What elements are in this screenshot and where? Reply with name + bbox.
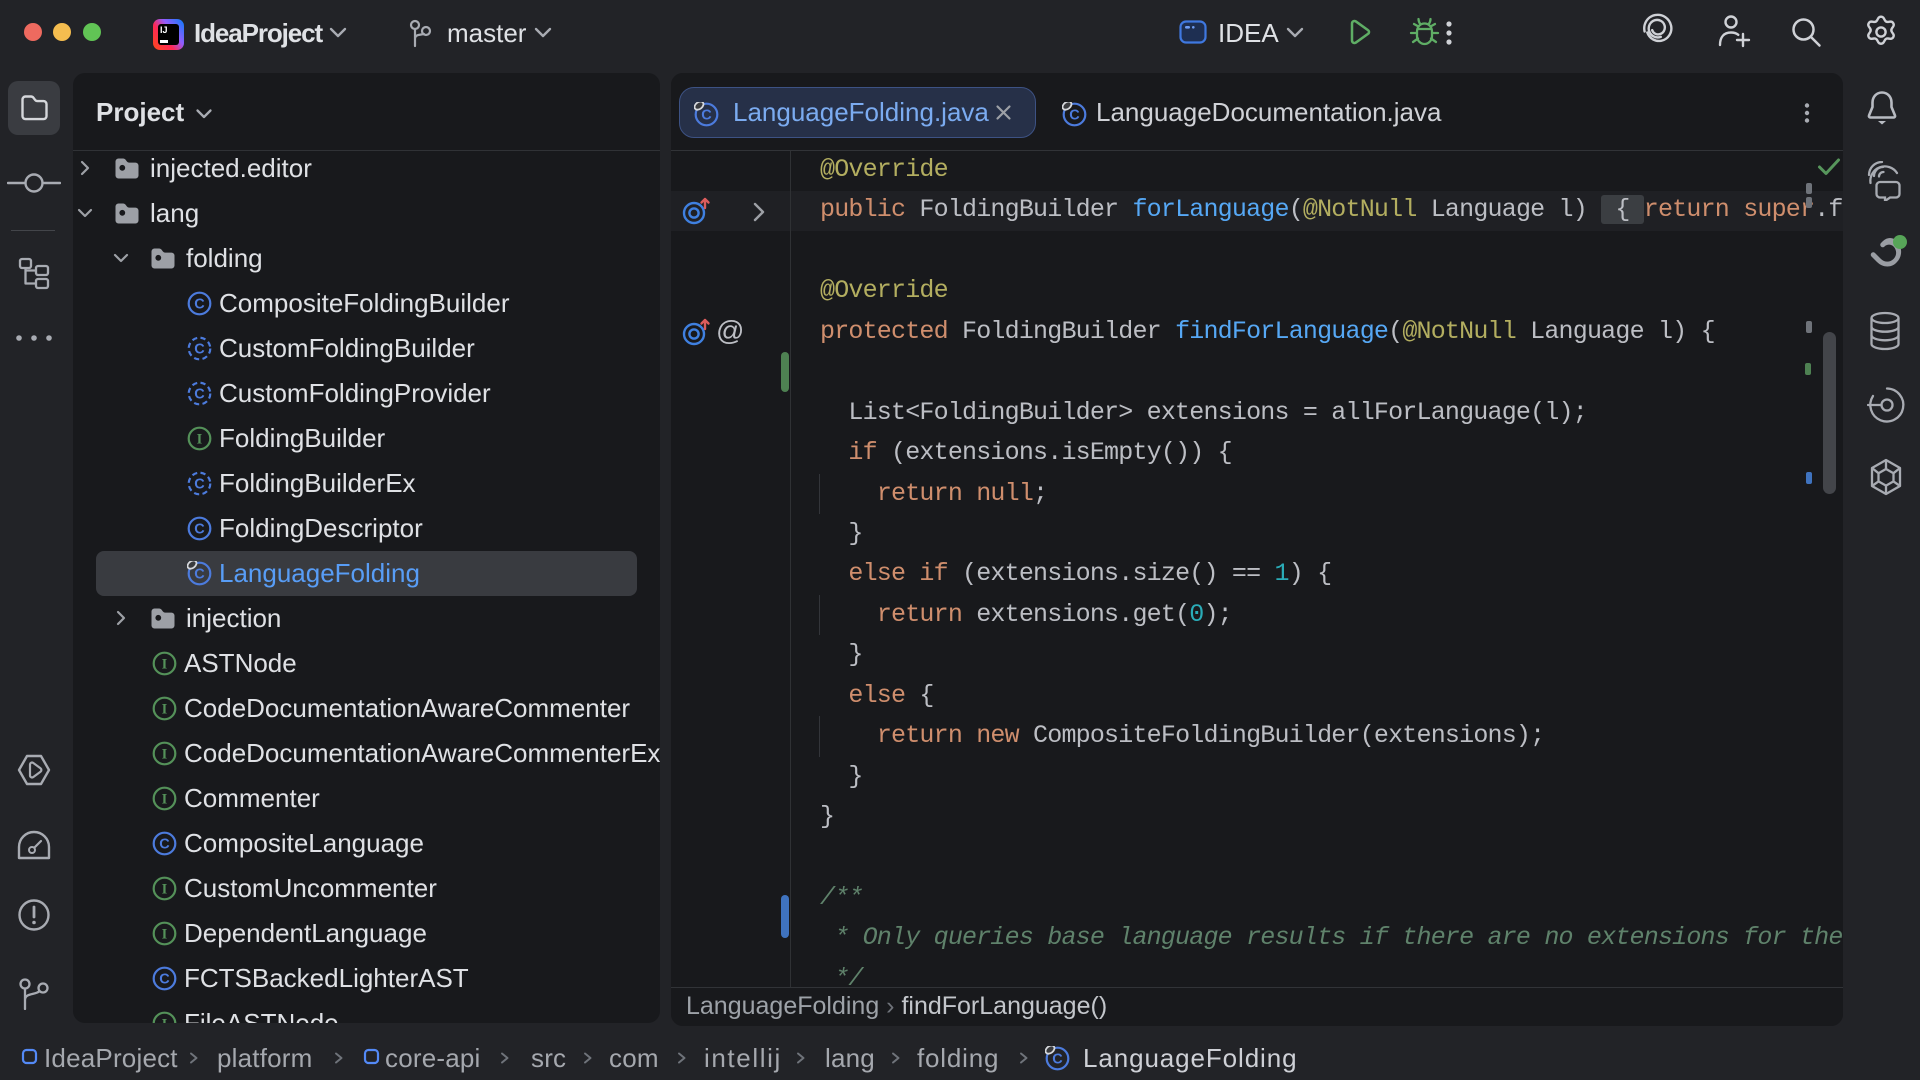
svg-text:C: C [194,386,205,402]
svg-text:I: I [197,431,203,447]
svg-text:C: C [194,296,205,312]
svg-text:I: I [162,701,168,717]
svg-text:C: C [194,476,205,492]
svg-text:C: C [194,341,205,357]
svg-text:I: I [162,791,168,807]
svg-text:I: I [162,1016,168,1023]
svg-text:I: I [162,656,168,672]
svg-text:C: C [701,107,712,123]
svg-text:I: I [162,881,168,897]
svg-text:C: C [1052,1051,1063,1067]
svg-text:I: I [162,746,168,762]
svg-text:C: C [159,836,170,852]
svg-text:I: I [162,926,168,942]
svg-text:C: C [1069,107,1080,123]
svg-text:C: C [194,521,205,537]
svg-text:C: C [159,971,170,987]
svg-text:C: C [194,566,205,582]
